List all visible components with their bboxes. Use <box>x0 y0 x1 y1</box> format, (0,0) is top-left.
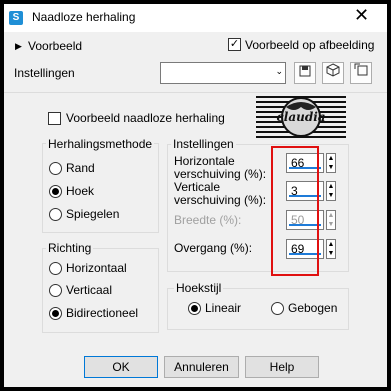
direction-label-verticaal: Verticaal <box>66 283 113 297</box>
save-preset-button[interactable] <box>294 62 316 84</box>
settings-label: Instellingen <box>14 66 75 80</box>
method-label-spiegelen: Spiegelen <box>66 207 120 221</box>
corner-radio-lineair[interactable] <box>188 302 201 315</box>
window-title: Naadloze herhaling <box>32 10 136 24</box>
transition-spinner[interactable]: ▲ ▼ <box>326 239 336 259</box>
method-group-label: Herhalingsmethode <box>46 137 155 151</box>
direction-radio-horizontaal[interactable] <box>49 262 62 275</box>
direction-radio-bidirectioneel[interactable] <box>49 307 62 320</box>
settings-group-label: Instellingen <box>171 137 236 151</box>
direction-label-horizontaal: Horizontaal <box>66 261 127 275</box>
preset-options-button[interactable] <box>350 62 372 84</box>
close-icon[interactable]: ✕ <box>354 5 369 26</box>
vertical-offset-label: Verticale verschuiving (%): <box>174 180 267 207</box>
width-label: Breedte (%): <box>174 213 242 227</box>
seamless-preview-label: Voorbeeld naadloze herhaling <box>66 111 225 125</box>
method-label-hoek: Hoek <box>66 184 95 198</box>
preview-on-image-checkbox[interactable]: ✓ <box>228 38 241 51</box>
highlight-box <box>271 146 319 276</box>
help-button[interactable]: Help <box>245 356 319 378</box>
horizontal-offset-label: Horizontale verschuiving (%): <box>174 154 267 181</box>
transition-label: Overgang (%): <box>174 241 253 255</box>
direction-group-label: Richting <box>46 241 94 255</box>
claudia-logo: claudia <box>256 93 346 141</box>
corner-label-gebogen: Gebogen <box>288 301 338 315</box>
ok-button[interactable]: OK <box>84 356 158 378</box>
cancel-button[interactable]: Annuleren <box>164 356 239 378</box>
preview-expander-label[interactable]: Voorbeeld <box>28 39 82 53</box>
reset-icon <box>354 63 368 76</box>
direction-radio-verticaal[interactable] <box>49 284 62 297</box>
horizontal-offset-spinner[interactable]: ▲ ▼ <box>326 153 336 173</box>
chevron-down-icon: ⌄ <box>275 66 283 76</box>
seamless-preview-checkbox[interactable] <box>48 112 61 125</box>
method-radio-spiegelen[interactable] <box>49 208 62 221</box>
method-label-rand: Rand <box>66 161 95 175</box>
corner-style-group-label: Hoekstijl <box>174 281 224 295</box>
vertical-offset-spinner[interactable]: ▲ ▼ <box>326 181 336 201</box>
method-radio-hoek[interactable] <box>49 185 62 198</box>
preset-dropdown[interactable]: ⌄ <box>160 62 286 84</box>
cube-icon <box>326 63 340 77</box>
svg-text:claudia: claudia <box>276 110 325 124</box>
corner-radio-gebogen[interactable] <box>271 302 284 315</box>
corner-label-lineair: Lineair <box>205 301 242 315</box>
method-radio-rand[interactable] <box>49 162 62 175</box>
save-icon <box>299 65 311 77</box>
width-spinner: ▲ ▼ <box>326 210 336 230</box>
expand-triangle-icon[interactable]: ▶ <box>15 41 22 52</box>
reset-preset-button[interactable] <box>322 62 344 84</box>
app-icon: S <box>9 11 23 25</box>
direction-label-bidirectioneel: Bidirectioneel <box>66 306 139 320</box>
preview-on-image-label: Voorbeeld op afbeelding <box>245 38 375 52</box>
